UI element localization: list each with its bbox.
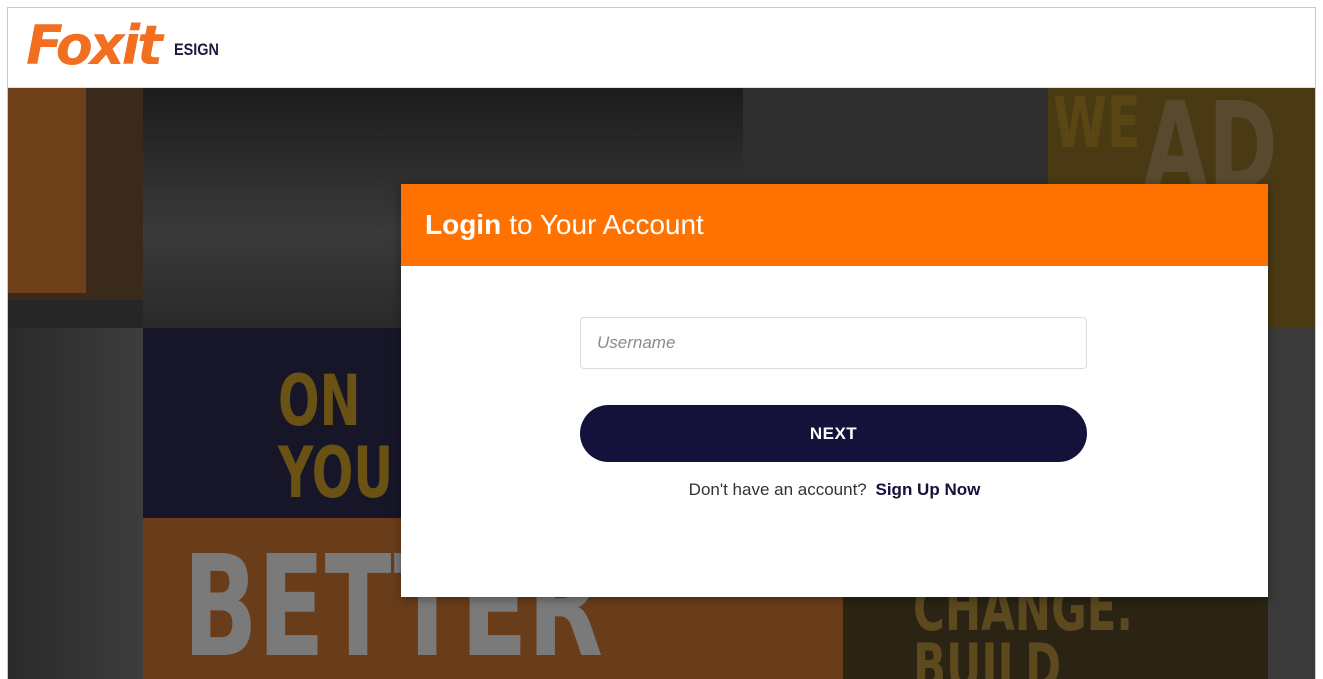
login-title-bold: Login xyxy=(425,209,502,240)
sign-up-now-link[interactable]: Sign Up Now xyxy=(876,480,981,499)
login-card-header: Login to Your Account xyxy=(401,184,1268,266)
username-input[interactable] xyxy=(580,317,1087,369)
next-button[interactable]: NEXT xyxy=(580,405,1087,462)
bg-panel-right-photo xyxy=(1268,328,1315,679)
signup-prompt-line: Don't have an account? Sign Up Now xyxy=(401,480,1268,500)
bg-panel-top-right xyxy=(743,88,1048,188)
foxit-esign-logo[interactable]: Foxit ESIGN xyxy=(26,11,227,81)
bg-text-on: ON xyxy=(278,360,361,442)
bg-text-we: WE xyxy=(1053,88,1141,164)
bg-text-you: YOU xyxy=(278,432,394,514)
signup-prompt-text: Don't have an account? xyxy=(688,480,867,499)
login-card: Login to Your Account NEXT Don't have an… xyxy=(401,184,1268,597)
bg-text-build: BUILD xyxy=(913,630,1062,679)
top-header: Foxit ESIGN xyxy=(8,8,1315,88)
logo-wordmark: Foxit xyxy=(26,14,163,77)
bg-panel-left-photo xyxy=(8,328,143,679)
logo-product-name: ESIGN xyxy=(173,40,219,59)
bg-panel-left-orange-stripe xyxy=(8,88,86,293)
login-title-rest: to Your Account xyxy=(509,209,704,240)
browser-frame: Foxit ESIGN WE AD ON YOU BETTER CHANGE. … xyxy=(7,7,1316,679)
